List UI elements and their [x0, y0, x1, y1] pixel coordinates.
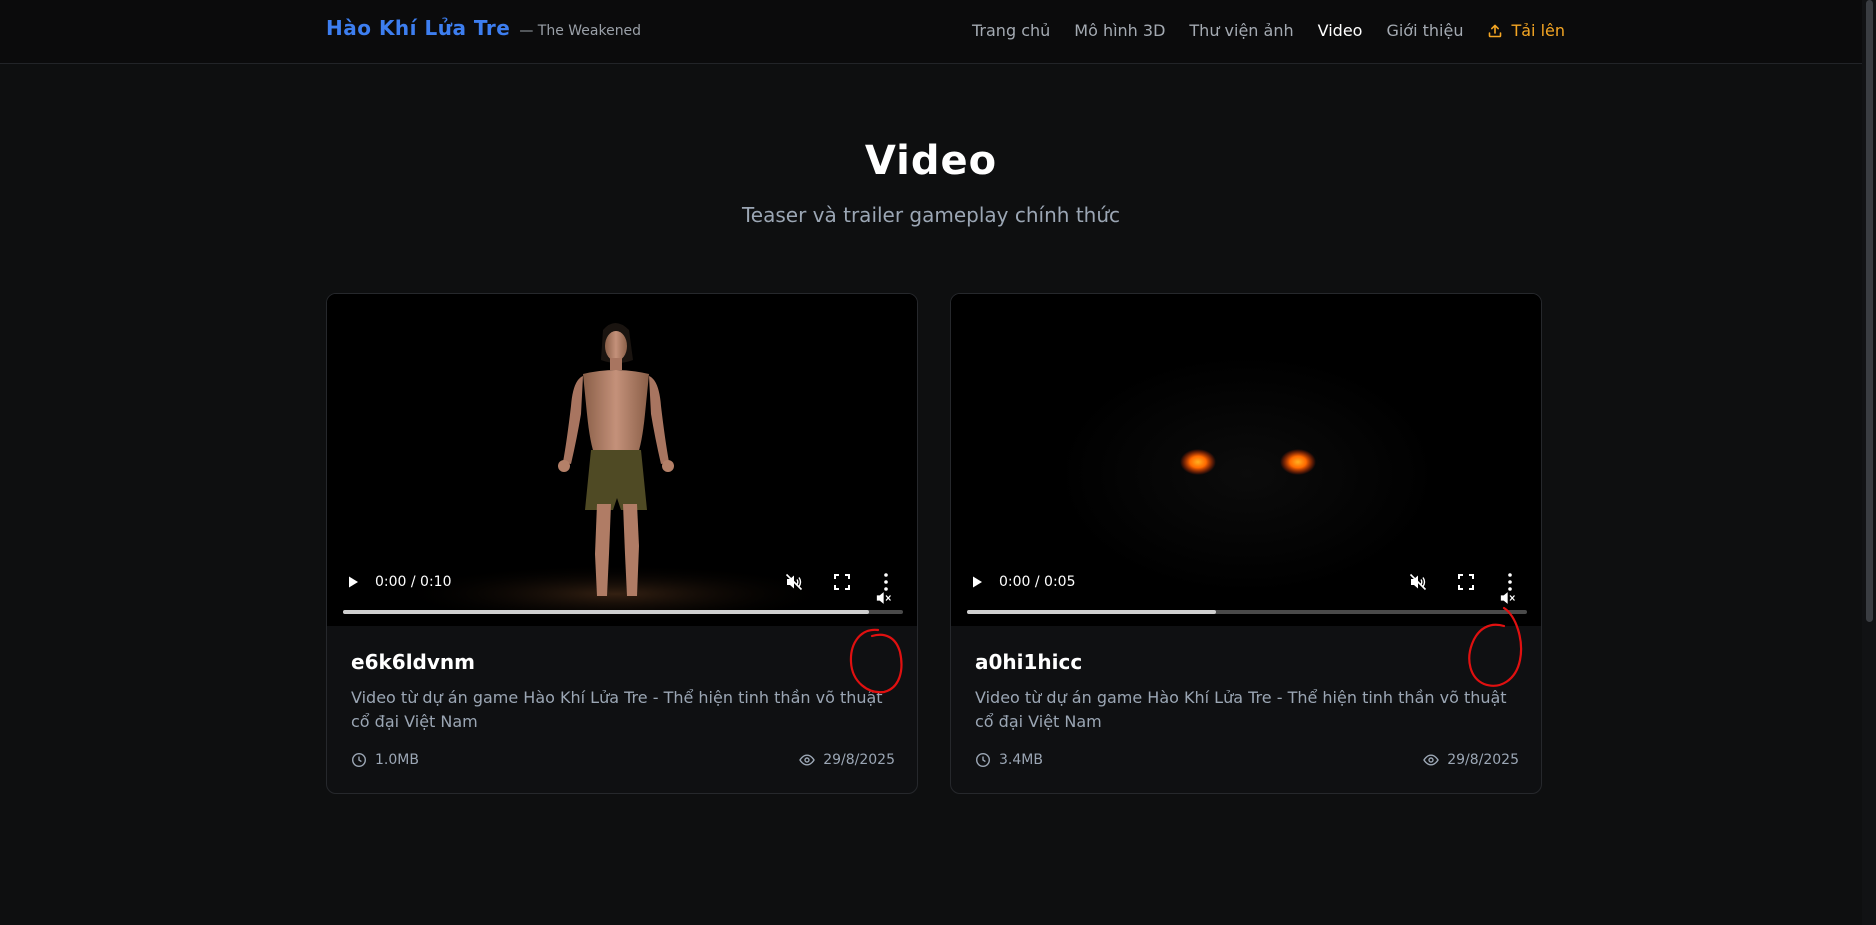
video-controls: 0:00 / 0:10: [327, 564, 917, 626]
upload-icon: [1489, 24, 1502, 37]
card-body: a0hi1hicc Video từ dự án game Hào Khí Lử…: [975, 650, 1519, 734]
video-progress-bar[interactable]: [343, 610, 903, 614]
video-time: 0:00 / 0:05: [999, 574, 1076, 590]
upload-label: Tải lên: [1511, 21, 1566, 40]
more-vertical-icon[interactable]: [1507, 572, 1513, 592]
upload-date-value: 29/8/2025: [1447, 752, 1519, 768]
upload-date-value: 29/8/2025: [823, 752, 895, 768]
site-header: Hào Khí Lửa Tre — The Weakened Trang chủ…: [0, 0, 1876, 64]
scroll-thumb[interactable]: [1866, 0, 1873, 622]
video-player[interactable]: 0:00 / 0:10: [327, 294, 917, 626]
eye-icon: [1423, 754, 1439, 766]
file-size-value: 1.0MB: [375, 752, 419, 768]
file-size-value: 3.4MB: [999, 752, 1043, 768]
file-size: 3.4MB: [975, 752, 1043, 768]
video-description: Video từ dự án game Hào Khí Lửa Tre - Th…: [351, 688, 883, 731]
video-time: 0:00 / 0:10: [375, 574, 452, 590]
video-progress-bar[interactable]: [967, 610, 1527, 614]
video-progress-fill: [967, 610, 1217, 614]
nav-item-gallery[interactable]: Thư viện ảnh: [1189, 21, 1293, 40]
page-title: Video: [864, 138, 998, 184]
page-subtitle: Teaser và trailer gameplay chính thức: [741, 203, 1121, 227]
upload-button[interactable]: Tải lên: [1487, 21, 1565, 40]
fullscreen-icon[interactable]: [1457, 573, 1475, 591]
video-meta: 3.4MB 29/8/2025: [975, 752, 1519, 768]
brand[interactable]: Hào Khí Lửa Tre — The Weakened: [326, 16, 641, 40]
fullscreen-icon[interactable]: [833, 573, 851, 591]
more-vertical-icon[interactable]: [883, 572, 889, 592]
play-icon[interactable]: [969, 574, 985, 590]
video-card: 0:00 / 0:05 a0hi1hicc Video từ dự án gam…: [950, 293, 1542, 794]
video-player[interactable]: 0:00 / 0:05: [951, 294, 1541, 626]
volume-muted-icon[interactable]: [1408, 572, 1428, 592]
main-nav: Trang chủ Mô hình 3D Thư viện ảnh Video …: [972, 21, 1565, 40]
video-controls: 0:00 / 0:05: [951, 564, 1541, 626]
video-title: e6k6ldvnm: [351, 650, 475, 674]
clock-icon: [975, 752, 991, 768]
nav-item-video[interactable]: Video: [1318, 21, 1363, 40]
upload-date: 29/8/2025: [1423, 752, 1519, 768]
nav-item-home[interactable]: Trang chủ: [972, 21, 1050, 40]
page-scrollbar[interactable]: [1862, 0, 1876, 925]
upload-date: 29/8/2025: [799, 752, 895, 768]
file-size: 1.0MB: [351, 752, 419, 768]
card-body: e6k6ldvnm Video từ dự án game Hào Khí Lử…: [351, 650, 895, 734]
eye-icon: [799, 754, 815, 766]
video-progress-fill: [343, 610, 870, 614]
volume-muted-icon[interactable]: [784, 572, 804, 592]
video-card: 0:00 / 0:10 e6k6ldvnm Video từ dự án gam…: [326, 293, 918, 794]
mute-toggle-icon[interactable]: [876, 591, 892, 605]
brand-subtitle: — The Weakened: [519, 23, 642, 39]
play-icon[interactable]: [345, 574, 361, 590]
mute-toggle-icon[interactable]: [1500, 591, 1516, 605]
video-description: Video từ dự án game Hào Khí Lửa Tre - Th…: [975, 688, 1507, 731]
brand-title[interactable]: Hào Khí Lửa Tre: [326, 16, 510, 40]
video-title: a0hi1hicc: [975, 650, 1083, 674]
clock-icon: [351, 752, 367, 768]
nav-item-3d-models[interactable]: Mô hình 3D: [1074, 21, 1165, 40]
video-meta: 1.0MB 29/8/2025: [351, 752, 895, 768]
nav-item-about[interactable]: Giới thiệu: [1386, 21, 1463, 40]
